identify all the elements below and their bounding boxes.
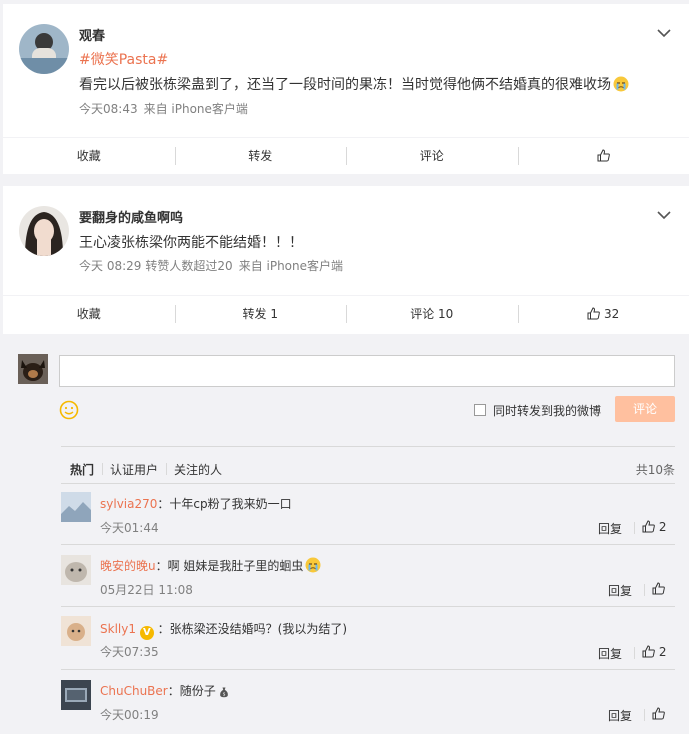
comment-time: 05月22日 11:08 [100,583,193,597]
post-author-avatar[interactable] [19,206,69,256]
thumbs-up-icon [597,149,610,162]
smiley-icon[interactable] [59,400,79,420]
comment-avatar[interactable] [61,616,91,646]
my-avatar[interactable] [18,354,48,384]
comment-avatar[interactable] [61,680,91,710]
post-text: 王心凌张栋梁你两能不能结婚！！！ [79,235,303,251]
post-author-avatar[interactable] [19,24,69,74]
comment-user[interactable]: Sklly1 [100,622,136,636]
post-source: 来自 iPhone客户端 [238,259,344,273]
post-text: 看完以后被张栋梁蛊到了，还当了一段时间的果冻！当时觉得他俩不结婚真的很难收场 [79,74,629,94]
comment-time: 今天00:19 [100,708,159,722]
thumbs-up-icon [642,520,655,533]
forward-to-my-weibo-label: 同时转发到我的微博 [493,404,602,418]
comment-user[interactable]: ChuChuBer [100,684,168,698]
comment-count: 共10条 [635,463,675,477]
comment-text: Sklly1 V ：张栋梁还没结婚吗？(我以为结了) [100,622,348,640]
post-source: 来自 iPhone客户端 [143,102,248,116]
favorite-button[interactable]: 收藏 [3,296,175,331]
comment-like-button[interactable] [644,582,665,596]
divider [61,446,675,447]
comment-time: 今天01:44 [100,521,159,535]
comment-user[interactable]: 晚安的晚u [100,559,156,573]
crying-emoji-icon [305,557,321,573]
post-author-name[interactable]: 要翻身的咸鱼啊呜 [79,207,183,226]
comment-text: ChuChuBer：随份子 $ [100,682,230,699]
forward-to-my-weibo-checkbox[interactable] [474,404,486,416]
forward-button[interactable]: 转发 1 [174,296,347,331]
divider [61,606,675,607]
reply-button[interactable]: 回复 [598,520,622,537]
tab-hot[interactable]: 热门 [70,461,102,478]
post-time[interactable]: 今天 08:29 [79,259,141,273]
thumbs-up-icon [587,307,601,320]
post-card-2: 要翻身的咸鱼啊呜 王心凌张栋梁你两能不能结婚！！！ 今天 08:29 转赞人数超过… [3,186,689,334]
post-action-bar: 收藏 转发 评论 [3,137,689,173]
post-author-name[interactable]: 观春 [79,25,105,44]
forward-button[interactable]: 转发 [174,138,347,173]
post-time[interactable]: 今天08:43 [79,102,138,116]
comment-like-button[interactable]: 2 [633,645,666,659]
favorite-button[interactable]: 收藏 [3,138,175,173]
thumbs-up-icon [652,707,665,720]
comment-text: sylvia270：十年cp粉了我来奶一口 [100,497,292,511]
topic-link[interactable]: #微笑Pasta# [79,49,168,69]
chevron-down-icon[interactable] [657,28,671,38]
chevron-down-icon[interactable] [657,210,671,220]
comment-avatar[interactable] [61,492,91,522]
post-action-bar: 收藏 转发 1 评论 10 32 [3,295,689,331]
comment-user[interactable]: sylvia270 [100,497,157,511]
post-meta: 今天 08:29 转赞人数超过20 来自 iPhone客户端 [79,257,349,274]
comment-avatar[interactable] [61,555,91,585]
comment-like-button[interactable] [644,707,665,721]
svg-text:$: $ [222,691,225,697]
crying-emoji-icon [613,76,629,92]
comment-button[interactable]: 评论 10 [346,296,518,331]
money-bag-emoji-icon: $ [219,687,228,697]
reply-button[interactable]: 回复 [608,582,632,599]
comment-filter-tabs: 热门 认证用户 关注的人 [70,461,230,478]
submit-comment-button[interactable]: 评论 [615,396,675,422]
comment-input[interactable] [59,355,675,387]
divider [61,544,675,545]
thumbs-up-icon [642,645,655,658]
tab-following[interactable]: 关注的人 [166,461,230,478]
like-button[interactable]: 32 [517,296,689,331]
post-card-1: 观春 #微笑Pasta# 看完以后被张栋梁蛊到了，还当了一段时间的果冻！当时觉得… [3,4,689,174]
like-button[interactable] [517,138,689,173]
divider [61,483,675,484]
comment-time: 今天07:35 [100,645,159,659]
post-meta: 今天08:43 来自 iPhone客户端 [79,100,254,117]
comment-text: 晚安的晚u：啊 姐妹是我肚子里的蛔虫 [100,557,321,574]
tab-verified-users[interactable]: 认证用户 [102,461,166,478]
reply-button[interactable]: 回复 [598,645,622,662]
verified-badge-icon: V [139,626,154,640]
forward-note: 转赞人数超过20 [145,259,233,273]
comment-button[interactable]: 评论 [346,138,518,173]
reply-button[interactable]: 回复 [608,707,632,724]
divider [61,669,675,670]
thumbs-up-icon [652,582,665,595]
comment-like-button[interactable]: 2 [633,520,666,534]
